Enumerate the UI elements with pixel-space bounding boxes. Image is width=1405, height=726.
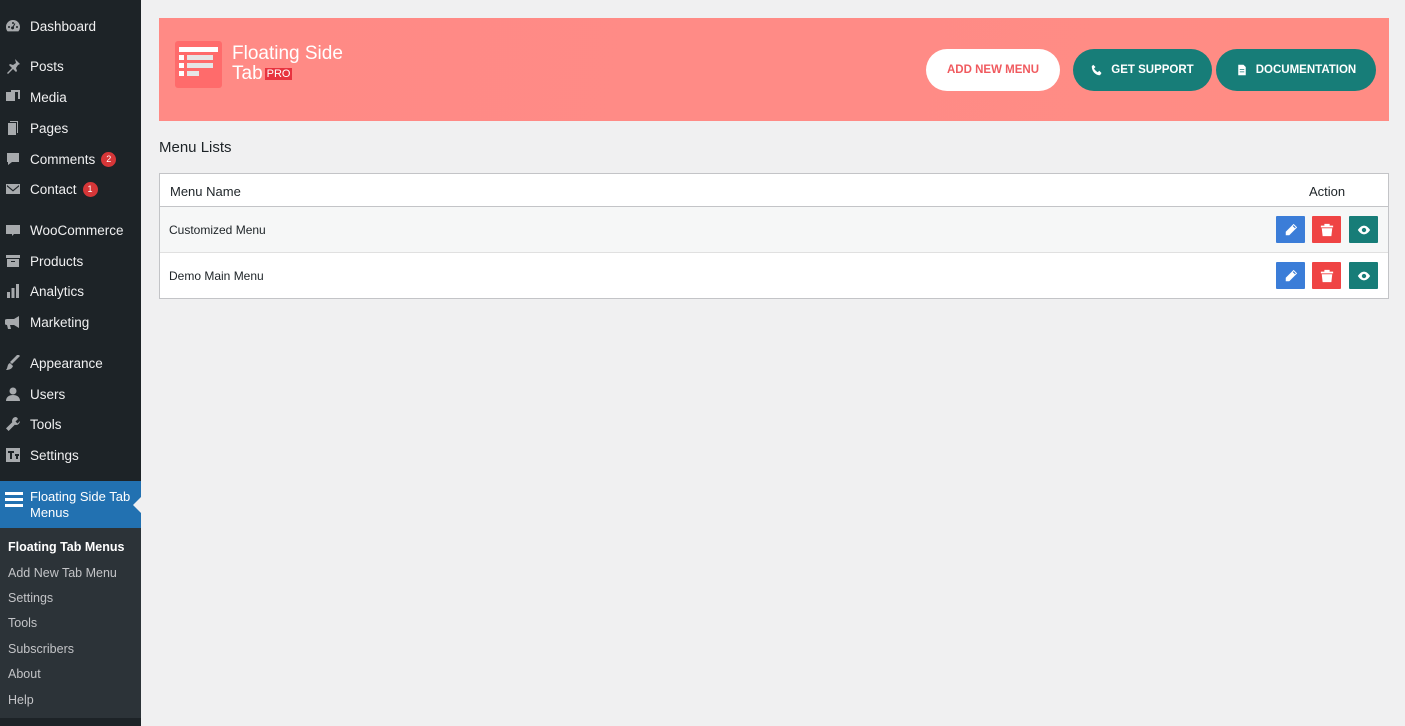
menu-name-cell: Demo Main Menu bbox=[169, 269, 264, 283]
contact-count-badge: 1 bbox=[82, 181, 98, 197]
plugin-logo-icon bbox=[175, 41, 222, 88]
sidebar-item-contact[interactable]: Contact 1 bbox=[0, 174, 141, 204]
plugin-header-banner: Floating Side Tab PRO ADD NEW MENU GET SU… bbox=[159, 18, 1389, 121]
sidebar-item-dashboard[interactable]: Dashboard bbox=[0, 11, 141, 41]
sidebar-item-label: Pages bbox=[30, 120, 69, 136]
column-header-action: Action bbox=[1309, 184, 1346, 199]
sidebar-item-settings[interactable]: Settings bbox=[0, 440, 141, 470]
bar-chart-icon bbox=[5, 283, 21, 299]
sidebar-item-label: Media bbox=[30, 89, 67, 105]
sidebar-item-posts[interactable]: Posts bbox=[0, 51, 141, 81]
view-button[interactable] bbox=[1349, 216, 1378, 243]
sidebar-item-label: Dashboard bbox=[30, 18, 97, 34]
plugin-logo-title: Floating Side Tab PRO bbox=[232, 44, 343, 84]
delete-button[interactable] bbox=[1312, 262, 1341, 289]
delete-button[interactable] bbox=[1312, 216, 1341, 243]
submenu-item-help[interactable]: Help bbox=[8, 693, 34, 707]
sidebar-item-label: Settings bbox=[30, 447, 79, 463]
sidebar-item-label: Appearance bbox=[30, 355, 103, 371]
submenu-item-add-new-tab-menu[interactable]: Add New Tab Menu bbox=[8, 566, 117, 580]
woo-icon bbox=[5, 222, 21, 238]
sidebar-item-users[interactable]: Users bbox=[0, 379, 141, 409]
submenu-item-floating-tab-menus[interactable]: Floating Tab Menus bbox=[8, 540, 124, 554]
sidebar-item-tools[interactable]: Tools bbox=[0, 409, 141, 439]
logo-line2-text: Tab bbox=[232, 63, 263, 84]
pin-icon bbox=[5, 58, 21, 74]
admin-sidebar: Dashboard Posts Media Pages Comments 2 C… bbox=[0, 0, 141, 726]
edit-button[interactable] bbox=[1276, 216, 1305, 243]
submenu-item-about[interactable]: About bbox=[8, 667, 41, 681]
sidebar-item-floating-side-tab-menus[interactable]: Floating Side Tab Menus bbox=[0, 481, 141, 528]
archive-icon bbox=[5, 253, 21, 269]
sidebar-item-label: Analytics bbox=[30, 283, 85, 299]
sidebar-item-woocommerce[interactable]: WooCommerce bbox=[0, 215, 141, 245]
documentation-button[interactable]: DOCUMENTATION bbox=[1216, 49, 1376, 91]
sidebar-submenu: Floating Tab Menus Add New Tab Menu Sett… bbox=[0, 528, 141, 718]
comment-icon bbox=[5, 151, 21, 167]
add-new-menu-button[interactable]: ADD NEW MENU bbox=[926, 49, 1060, 91]
sidebar-item-label: Marketing bbox=[30, 314, 90, 330]
table-row: Demo Main Menu bbox=[160, 253, 1388, 299]
get-support-button[interactable]: GET SUPPORT bbox=[1073, 49, 1212, 91]
sidebar-item-label: Floating Side Tab Menus bbox=[30, 489, 131, 520]
edit-button[interactable] bbox=[1276, 262, 1305, 289]
sidebar-item-marketing[interactable]: Marketing bbox=[0, 307, 141, 337]
sidebar-item-label: WooCommerce bbox=[30, 222, 124, 238]
sidebar-item-label: Users bbox=[30, 386, 66, 402]
sidebar-item-label: Tools bbox=[30, 416, 62, 432]
documentation-label: DOCUMENTATION bbox=[1255, 64, 1357, 76]
settings-icon bbox=[5, 447, 21, 463]
dashboard-icon bbox=[5, 18, 21, 34]
pages-icon bbox=[5, 120, 21, 136]
wrench-icon bbox=[5, 416, 21, 432]
mail-icon bbox=[5, 181, 21, 197]
sidebar-item-label: Posts bbox=[30, 58, 64, 74]
submenu-item-settings[interactable]: Settings bbox=[8, 591, 53, 605]
submenu-item-tools[interactable]: Tools bbox=[8, 616, 37, 630]
menu-name-cell: Customized Menu bbox=[169, 223, 266, 237]
sidebar-item-comments[interactable]: Comments 2 bbox=[0, 144, 141, 174]
menu-list-table: Menu Name Action Customized Menu Demo Ma… bbox=[159, 173, 1389, 299]
pencil-icon bbox=[1285, 269, 1297, 281]
trash-icon bbox=[1320, 269, 1333, 282]
pencil-icon bbox=[1285, 223, 1297, 235]
logo-line1: Floating Side bbox=[232, 43, 343, 64]
phone-icon bbox=[1092, 64, 1102, 76]
sidebar-item-appearance[interactable]: Appearance bbox=[0, 348, 141, 378]
comments-count-badge: 2 bbox=[101, 151, 117, 167]
sidebar-item-media[interactable]: Media bbox=[0, 82, 141, 112]
document-icon bbox=[1237, 64, 1246, 76]
sidebar-item-analytics[interactable]: Analytics bbox=[0, 276, 141, 306]
sidebar-item-pages[interactable]: Pages bbox=[0, 113, 141, 143]
active-indicator-arrow bbox=[133, 497, 141, 513]
sidebar-item-products[interactable]: Products bbox=[0, 246, 141, 276]
table-header: Menu Name Action bbox=[160, 174, 1388, 207]
column-header-menu-name: Menu Name bbox=[170, 184, 241, 199]
sidebar-item-label: Contact bbox=[30, 181, 77, 197]
submenu-item-subscribers[interactable]: Subscribers bbox=[8, 642, 74, 656]
megaphone-icon bbox=[5, 314, 21, 330]
sidebar-item-label: Products bbox=[30, 253, 84, 269]
user-icon bbox=[5, 386, 21, 402]
table-row: Customized Menu bbox=[160, 207, 1388, 253]
logo-line2: Tab PRO bbox=[232, 64, 343, 84]
get-support-label: GET SUPPORT bbox=[1111, 64, 1194, 76]
sidebar-item-label: Comments bbox=[30, 151, 96, 167]
brush-icon bbox=[5, 355, 21, 371]
eye-icon bbox=[1357, 225, 1370, 234]
view-button[interactable] bbox=[1349, 262, 1378, 289]
pro-tag: PRO bbox=[264, 68, 293, 80]
menu-icon bbox=[4, 489, 24, 509]
media-icon bbox=[5, 89, 21, 105]
section-title: Menu Lists bbox=[159, 139, 232, 156]
trash-icon bbox=[1320, 223, 1333, 236]
eye-icon bbox=[1357, 271, 1370, 280]
